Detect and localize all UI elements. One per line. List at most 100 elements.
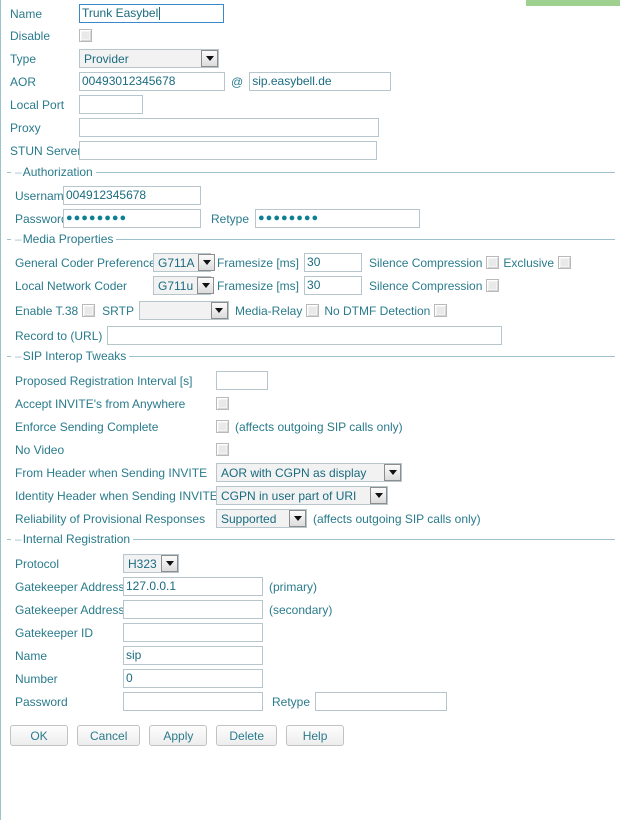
authorization-legend: Authorization: [11, 165, 96, 179]
no-video-row: No Video: [1, 438, 620, 461]
internal-registration-section: Internal Registration Protocol H323 Gate…: [1, 539, 620, 713]
password-input[interactable]: ●●●●●●●●: [63, 209, 201, 228]
gatekeeper-address-secondary-note: (secondary): [269, 603, 332, 617]
identity-header-value: CGPN in user part of URI: [221, 489, 360, 503]
gatekeeper-address-primary-note: (primary): [269, 580, 317, 594]
chevron-down-icon: [370, 487, 387, 504]
ok-button[interactable]: OK: [10, 725, 68, 746]
t38-srtp-row: Enable T.38 SRTP Media-Relay No DTMF Det…: [1, 299, 620, 322]
aor-row: AOR 00493012345678 @ sip.easybell.de: [1, 70, 620, 93]
record-to-url-input[interactable]: [107, 326, 502, 345]
name-input-value: Trunk Easybel: [82, 5, 158, 22]
srtp-select[interactable]: [139, 301, 229, 320]
proposed-registration-interval-label: Proposed Registration Interval [s]: [1, 374, 216, 388]
disable-row: Disable: [1, 24, 620, 47]
gatekeeper-address-secondary-label: Gatekeeper Address: [1, 603, 123, 617]
proxy-label: Proxy: [1, 121, 79, 135]
media-properties-legend: Media Properties: [11, 232, 116, 246]
proposed-registration-interval-input[interactable]: [216, 371, 268, 390]
general-framesize-label: Framesize [ms]: [217, 256, 299, 270]
stun-server-label: STUN Server: [1, 144, 79, 158]
local-port-input[interactable]: [79, 95, 143, 114]
internal-number-input[interactable]: 0: [123, 669, 263, 688]
username-input[interactable]: 004912345678: [63, 186, 201, 205]
password-value: ●●●●●●●●: [66, 210, 127, 227]
type-select[interactable]: Provider: [79, 49, 219, 68]
local-framesize-input[interactable]: 30: [304, 276, 362, 295]
no-video-label: No Video: [1, 443, 216, 457]
name-row: Name Trunk Easybel: [1, 0, 620, 24]
stun-server-input[interactable]: [79, 141, 377, 160]
authorization-section: Authorization Username 004912345678 Pass…: [1, 172, 620, 230]
internal-name-input[interactable]: sip: [123, 646, 263, 665]
enable-t38-checkbox[interactable]: [82, 304, 95, 317]
internal-password-input[interactable]: [123, 692, 263, 711]
enable-t38-label: Enable T.38: [1, 304, 78, 318]
general-coder-select[interactable]: G711A: [153, 253, 211, 272]
internal-password-label: Password: [1, 695, 123, 709]
aor-host-input[interactable]: sip.easybell.de: [249, 72, 391, 91]
internal-retype-input[interactable]: [315, 692, 447, 711]
general-framesize-value: 30: [307, 254, 320, 271]
enforce-sending-complete-checkbox[interactable]: [216, 420, 229, 433]
reliability-of-provisional-responses-label: Reliability of Provisional Responses: [1, 512, 216, 526]
exclusive-checkbox[interactable]: [558, 256, 571, 269]
general-framesize-input[interactable]: 30: [304, 253, 362, 272]
local-silence-compression-label: Silence Compression: [369, 279, 482, 293]
no-dtmf-detection-checkbox[interactable]: [434, 304, 447, 317]
aor-user-input[interactable]: 00493012345678: [79, 72, 225, 91]
identity-header-label: Identity Header when Sending INVITE: [1, 489, 216, 503]
from-header-select[interactable]: AOR with CGPN as display: [216, 463, 402, 482]
no-video-checkbox[interactable]: [216, 443, 229, 456]
internal-number-label: Number: [1, 672, 123, 686]
local-silence-compression-checkbox[interactable]: [486, 279, 499, 292]
disable-checkbox[interactable]: [79, 29, 92, 42]
accept-invite-row: Accept INVITE's from Anywhere: [1, 392, 620, 415]
password-label: Password: [1, 212, 63, 226]
chevron-down-icon: [211, 302, 228, 319]
username-label: Username: [1, 189, 63, 203]
name-input[interactable]: Trunk Easybel: [79, 4, 224, 23]
identity-header-select[interactable]: CGPN in user part of URI: [216, 486, 388, 505]
local-framesize-label: Framesize [ms]: [217, 279, 299, 293]
cancel-button[interactable]: Cancel: [77, 725, 140, 746]
exclusive-label: Exclusive: [503, 256, 554, 270]
password-retype-input[interactable]: ●●●●●●●●: [255, 209, 420, 228]
gatekeeper-id-row: Gatekeeper ID: [1, 621, 620, 644]
internal-name-label: Name: [1, 649, 123, 663]
local-coder-row: Local Network Coder G711u Framesize [ms]…: [1, 274, 620, 297]
protocol-select[interactable]: H323: [123, 554, 179, 573]
no-dtmf-detection-label: No DTMF Detection: [324, 304, 430, 318]
gatekeeper-id-input[interactable]: [123, 623, 263, 642]
delete-button[interactable]: Delete: [216, 725, 277, 746]
username-row: Username 004912345678: [1, 184, 620, 207]
gatekeeper-address-secondary-input[interactable]: [123, 600, 263, 619]
accept-invites-from-anywhere-checkbox[interactable]: [216, 397, 229, 410]
proxy-input[interactable]: [79, 118, 379, 137]
disable-label: Disable: [1, 29, 79, 43]
password-retype-value: ●●●●●●●●: [258, 210, 319, 227]
reliability-select[interactable]: Supported: [216, 509, 307, 528]
gatekeeper-id-label: Gatekeeper ID: [1, 626, 123, 640]
proxy-row: Proxy: [1, 116, 620, 139]
sip-interop-tweaks-legend: SIP Interop Tweaks: [11, 349, 129, 363]
protocol-row: Protocol H323: [1, 552, 620, 575]
from-header-label: From Header when Sending INVITE: [1, 466, 216, 480]
reliability-row: Reliability of Provisional Responses Sup…: [1, 507, 620, 530]
reliability-value: Supported: [221, 512, 280, 526]
media-relay-checkbox[interactable]: [306, 304, 319, 317]
general-silence-compression-checkbox[interactable]: [486, 256, 499, 269]
local-framesize-value: 30: [307, 277, 320, 294]
type-row: Type Provider: [1, 47, 620, 70]
registration-interval-row: Proposed Registration Interval [s]: [1, 369, 620, 392]
aor-user-value: 00493012345678: [82, 73, 175, 90]
internal-name-row: Name sip: [1, 644, 620, 667]
gatekeeper-address-primary-label: Gatekeeper Address: [1, 580, 123, 594]
apply-button[interactable]: Apply: [149, 725, 207, 746]
internal-number-row: Number 0: [1, 667, 620, 690]
gatekeeper-address-primary-input[interactable]: 127.0.0.1: [123, 577, 263, 596]
local-network-coder-select[interactable]: G711u: [153, 276, 211, 295]
username-value: 004912345678: [66, 187, 146, 204]
help-button[interactable]: Help: [286, 725, 344, 746]
record-url-row: Record to (URL): [1, 324, 620, 347]
